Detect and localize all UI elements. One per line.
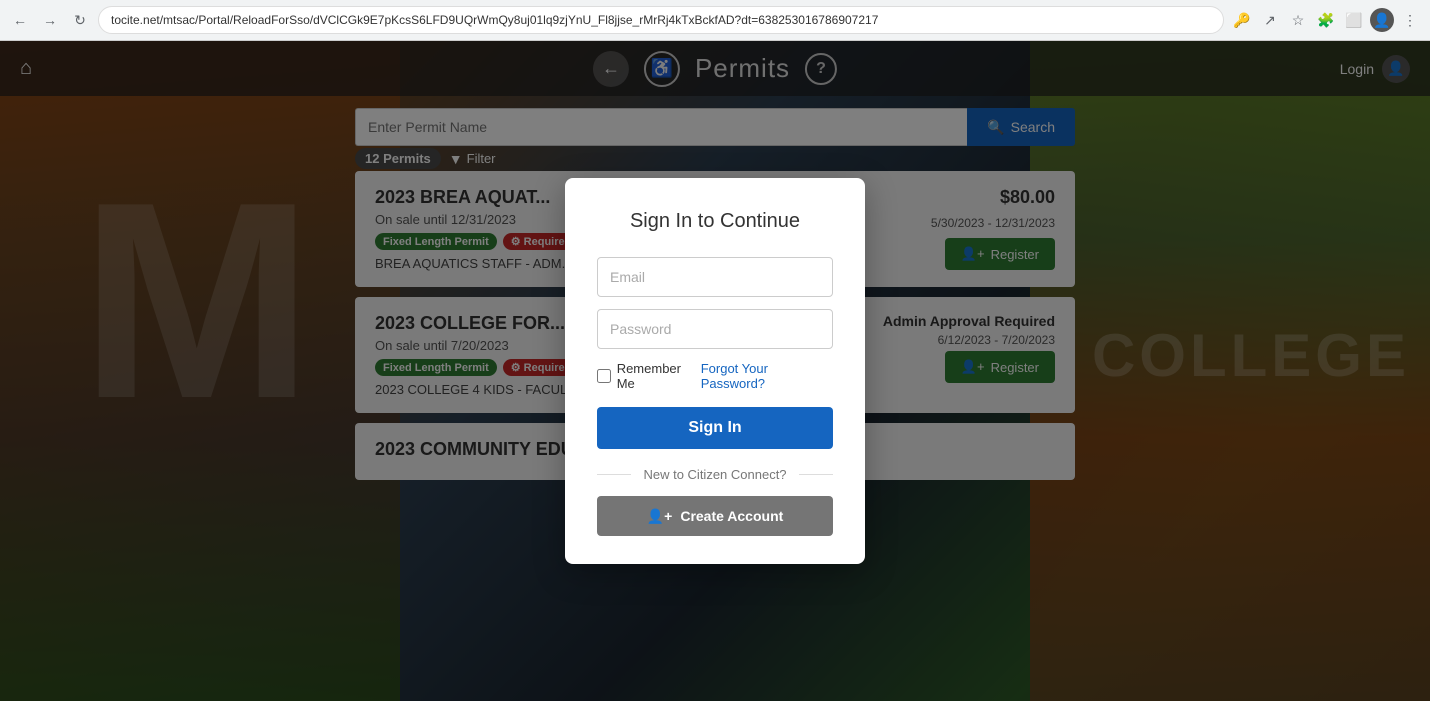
- profile-icon-button[interactable]: 👤: [1370, 8, 1394, 32]
- remember-me-checkbox[interactable]: [597, 369, 611, 383]
- browser-chrome: ← → ↻ 🔑 ↗ ☆ 🧩 ⬜ 👤 ⋮: [0, 0, 1430, 41]
- remember-row: Remember Me Forgot Your Password?: [597, 361, 833, 391]
- password-field[interactable]: [597, 309, 833, 349]
- address-bar[interactable]: [98, 6, 1224, 34]
- divider-line-right: [799, 474, 833, 475]
- divider-text: New to Citizen Connect?: [643, 467, 786, 482]
- divider-row: New to Citizen Connect?: [597, 467, 833, 482]
- forward-nav-button[interactable]: →: [38, 8, 62, 32]
- bookmark-icon-button[interactable]: ☆: [1286, 8, 1310, 32]
- sign-in-button[interactable]: Sign In: [597, 407, 833, 449]
- extensions-icon-button[interactable]: 🧩: [1314, 8, 1338, 32]
- create-account-icon: 👤+: [647, 508, 673, 525]
- divider-line-left: [597, 474, 631, 475]
- browser-action-icons: 🔑 ↗ ☆ 🧩 ⬜ 👤 ⋮: [1230, 8, 1422, 32]
- back-nav-button[interactable]: ←: [8, 8, 32, 32]
- sign-in-modal: Sign In to Continue Remember Me Forgot Y…: [565, 178, 865, 564]
- forgot-password-link[interactable]: Forgot Your Password?: [701, 361, 833, 391]
- refresh-nav-button[interactable]: ↻: [68, 8, 92, 32]
- remember-left: Remember Me: [597, 361, 701, 391]
- tab-icon-button[interactable]: ⬜: [1342, 8, 1366, 32]
- share-icon-button[interactable]: ↗: [1258, 8, 1282, 32]
- modal-overlay[interactable]: Sign In to Continue Remember Me Forgot Y…: [0, 41, 1430, 701]
- modal-title: Sign In to Continue: [597, 210, 833, 233]
- password-icon-button[interactable]: 🔑: [1230, 8, 1254, 32]
- browser-toolbar: ← → ↻ 🔑 ↗ ☆ 🧩 ⬜ 👤 ⋮: [0, 0, 1430, 40]
- remember-me-label: Remember Me: [617, 361, 701, 391]
- main-content: M O COLLEGE ⌂ ← ♿ Permits ? Login 👤 🔍 Se…: [0, 41, 1430, 701]
- menu-icon-button[interactable]: ⋮: [1398, 8, 1422, 32]
- create-account-button[interactable]: 👤+ Create Account: [597, 496, 833, 536]
- create-account-label: Create Account: [680, 508, 783, 524]
- email-field[interactable]: [597, 257, 833, 297]
